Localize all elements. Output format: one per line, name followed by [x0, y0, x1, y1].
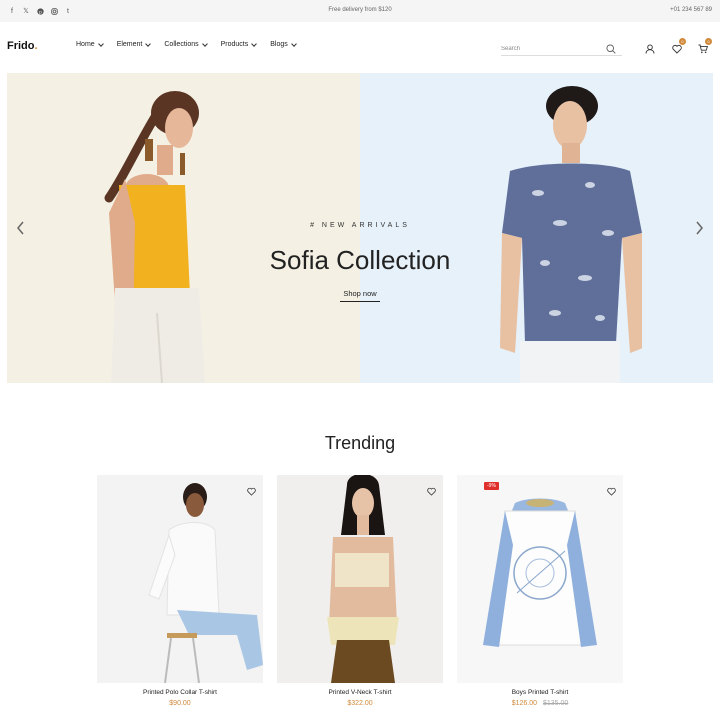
wishlist-heart-icon[interactable]	[247, 483, 256, 501]
nav-products-label: Products	[220, 41, 249, 48]
cart-icon[interactable]: 0	[698, 38, 712, 59]
product-card[interactable]: -9% Boys Printed T-shirt $126.00 $135.00	[457, 475, 623, 707]
user-icon[interactable]	[645, 41, 655, 59]
logo-text: Frido	[7, 40, 35, 52]
phone-number: +01 234 567 89	[670, 7, 712, 13]
nav-element-label: Element	[116, 41, 143, 48]
slider-next-arrow-icon[interactable]	[694, 221, 704, 240]
wishlist-count-badge: 0	[679, 38, 686, 45]
wishlist-heart-icon[interactable]	[607, 483, 616, 501]
product-card[interactable]: Printed Polo Collar T-shirt $90.00	[97, 475, 263, 707]
top-bar: f 𝕏 p t Free delivery from $120 +01 234 …	[0, 0, 720, 22]
search-input[interactable]	[501, 40, 601, 58]
hero-slider: # NEW ARRIVALS Sofia Collection Shop now	[7, 73, 713, 383]
product-name[interactable]: Printed V-Neck T-shirt	[277, 689, 443, 696]
nav-blogs-label: Blogs	[270, 41, 288, 48]
product-image[interactable]: -9%	[457, 475, 623, 683]
product-name[interactable]: Boys Printed T-shirt	[457, 689, 623, 696]
shop-now-button[interactable]: Shop now	[340, 289, 380, 302]
nav-products[interactable]: Products	[220, 40, 258, 48]
search-icon[interactable]	[606, 41, 616, 59]
main-nav: Home Element Collections Products Blogs	[76, 40, 310, 48]
promo-text: Free delivery from $120	[328, 7, 392, 13]
wishlist-icon[interactable]: 0	[672, 38, 686, 59]
product-price: $90.00	[97, 700, 263, 707]
search-bar	[501, 37, 622, 59]
logo[interactable]: Frido.	[7, 40, 38, 52]
product-name[interactable]: Printed Polo Collar T-shirt	[97, 689, 263, 696]
nav-blogs[interactable]: Blogs	[270, 40, 297, 48]
product-image[interactable]	[97, 475, 263, 683]
hero-title: Sofia Collection	[269, 245, 451, 275]
nav-collections[interactable]: Collections	[164, 40, 208, 48]
product-current-price: $90.00	[169, 700, 191, 707]
nav-home-label: Home	[76, 41, 95, 48]
site-header: Frido. Home Element Collections Products…	[0, 22, 720, 72]
product-old-price: $135.00	[543, 700, 569, 707]
logo-dot: .	[34, 40, 38, 52]
product-current-price: $322.00	[347, 700, 373, 707]
nav-collections-label: Collections	[164, 41, 199, 48]
trending-title: Trending	[324, 433, 396, 453]
hero-subtitle: # NEW ARRIVALS	[310, 222, 410, 229]
slider-prev-arrow-icon[interactable]	[16, 221, 26, 240]
product-image[interactable]	[277, 475, 443, 683]
nav-home[interactable]: Home	[76, 40, 104, 48]
product-current-price: $126.00	[511, 700, 537, 707]
sale-badge: -9%	[484, 482, 499, 490]
product-card[interactable]: Printed V-Neck T-shirt $322.00	[277, 475, 443, 707]
cart-count-badge: 0	[705, 38, 712, 45]
chevron-down-icon	[97, 40, 104, 47]
product-price: $322.00	[277, 700, 443, 707]
wishlist-heart-icon[interactable]	[427, 483, 436, 501]
nav-element[interactable]: Element	[116, 40, 152, 48]
chevron-down-icon	[290, 40, 297, 47]
chevron-down-icon	[145, 40, 152, 47]
chevron-down-icon	[251, 40, 258, 47]
product-price: $126.00 $135.00	[457, 700, 623, 707]
chevron-down-icon	[201, 40, 208, 47]
